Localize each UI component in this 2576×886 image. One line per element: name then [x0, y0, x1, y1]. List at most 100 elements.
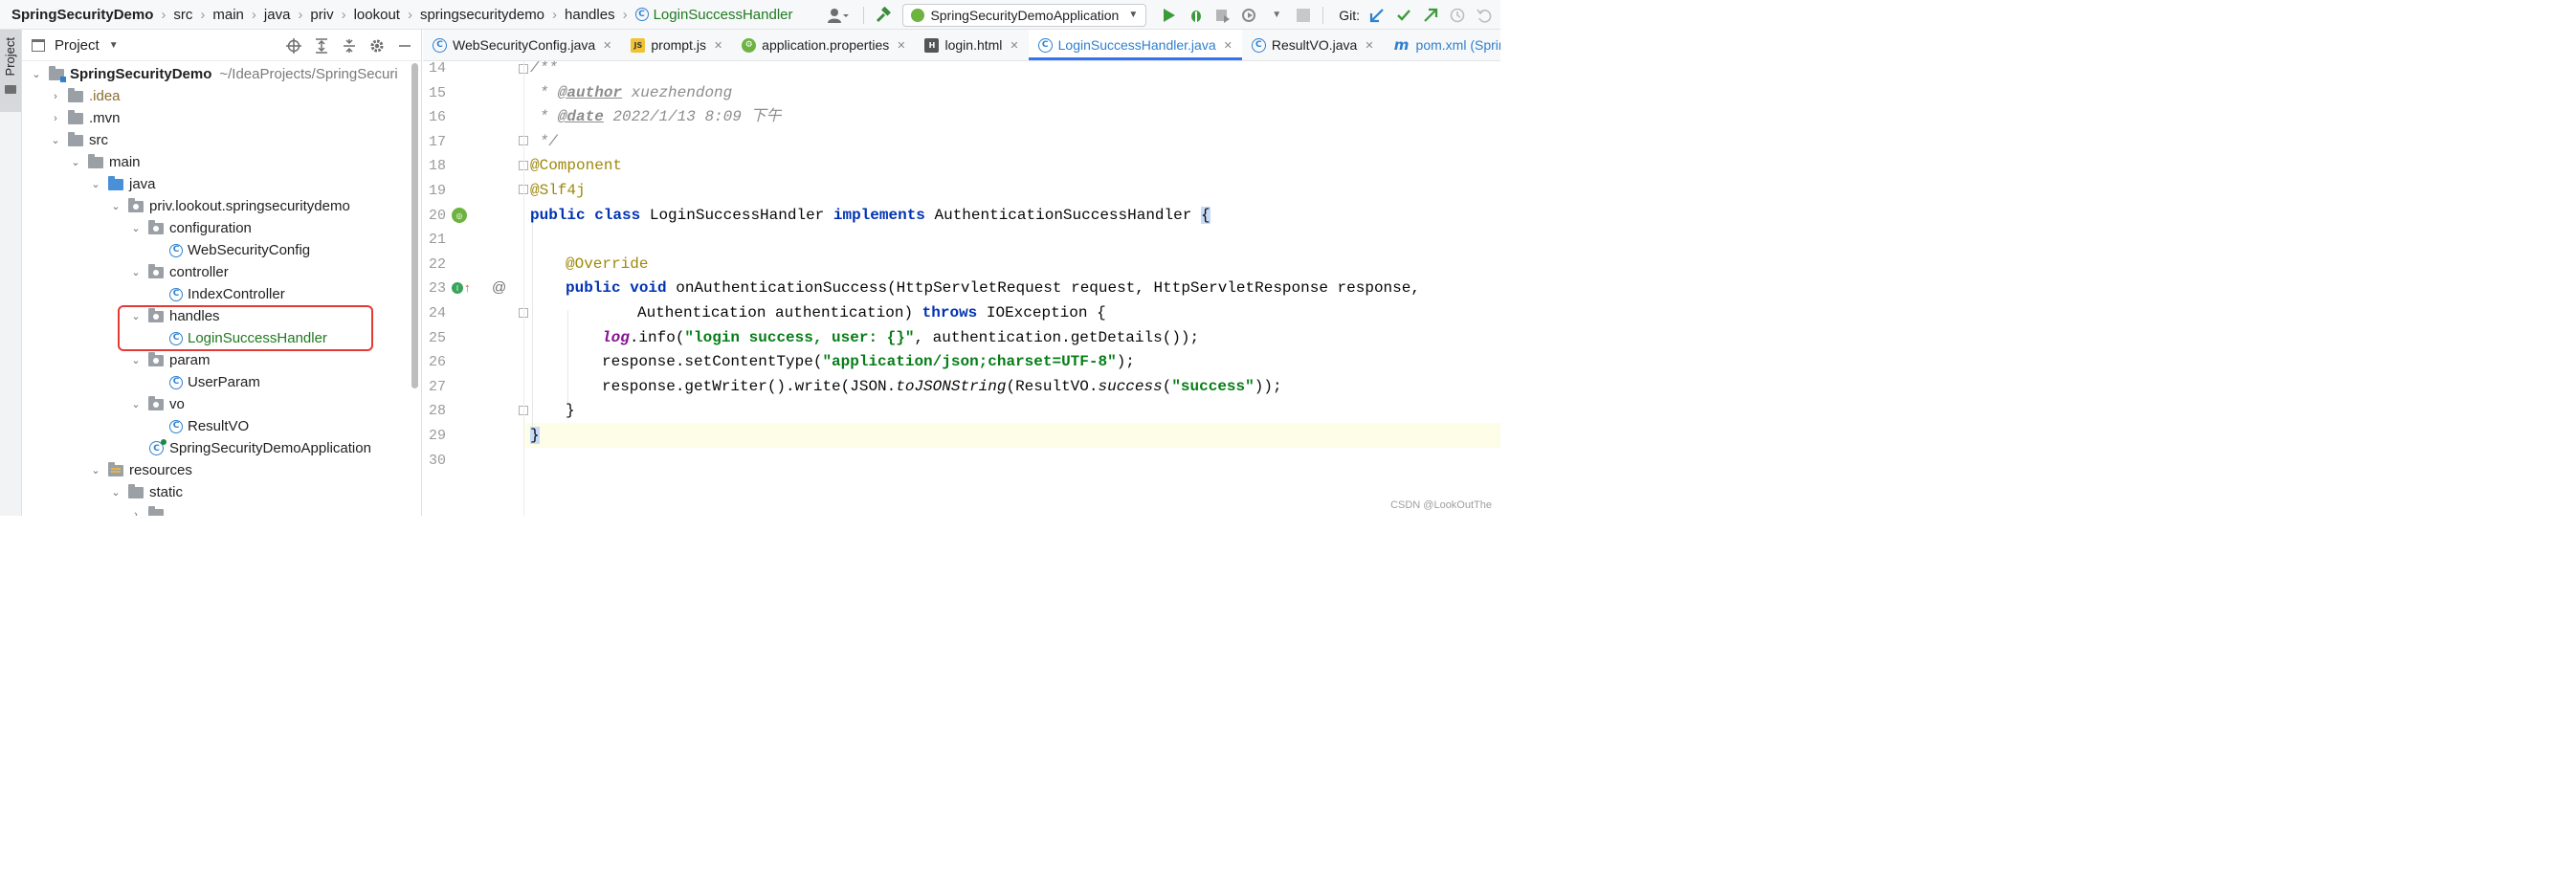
close-icon[interactable]: ✕: [603, 39, 611, 52]
expand-all-icon[interactable]: [311, 35, 332, 56]
chevron-down-icon[interactable]: ⌄: [129, 398, 143, 410]
implements-method-icon[interactable]: I: [452, 282, 463, 294]
tab-login-html[interactable]: H login.html ✕: [915, 30, 1028, 60]
close-icon[interactable]: ✕: [1365, 39, 1373, 52]
tree-item-param[interactable]: ⌄ param: [129, 349, 211, 371]
javadoc-tag: @author: [557, 83, 623, 101]
tree-item-project-root[interactable]: ⌄ SpringSecurityDemo ~/IdeaProjects/Spri…: [30, 63, 398, 85]
git-push-arrow-icon[interactable]: [1420, 5, 1441, 26]
code-line-28: }: [566, 399, 575, 424]
build-hammer-icon[interactable]: [873, 5, 894, 26]
folder-icon: [68, 131, 83, 146]
tree-item-static[interactable]: ⌄ static: [109, 481, 183, 503]
tab-loginsuccesshandler[interactable]: C LoginSuccessHandler.java ✕: [1028, 30, 1243, 60]
chevron-right-icon[interactable]: ›: [49, 91, 62, 102]
tab-resultvo[interactable]: C ResultVO.java ✕: [1242, 30, 1384, 60]
annotation-text: @Override: [566, 255, 649, 273]
tree-item-label: IndexController: [188, 286, 285, 302]
chevron-down-icon[interactable]: ⌄: [129, 222, 143, 234]
close-icon[interactable]: ✕: [1010, 39, 1018, 52]
editor-tab-bar: C WebSecurityConfig.java ✕ JS prompt.js …: [423, 30, 1500, 61]
window-icon: [32, 38, 45, 52]
code-editor[interactable]: 14 15 16 17 18 19 20 21 22 23 24 25 26 2…: [423, 61, 1500, 516]
tab-prompt-js[interactable]: JS prompt.js ✕: [621, 30, 732, 60]
git-update-arrow-icon[interactable]: [1366, 5, 1388, 26]
tree-item-resources[interactable]: ⌄ resources: [89, 459, 192, 481]
run-configuration-select[interactable]: SpringSecurityDemoApplication ▼: [902, 3, 1147, 27]
html-file-icon: H: [924, 37, 940, 53]
git-commit-checkmark-icon[interactable]: [1393, 5, 1414, 26]
chevron-right-icon[interactable]: ›: [49, 113, 62, 124]
project-tool-window-tab[interactable]: Project: [0, 30, 21, 112]
chevron-down-icon[interactable]: ⌄: [89, 178, 102, 190]
chevron-down-icon[interactable]: ⌄: [129, 266, 143, 278]
minimize-icon[interactable]: [394, 35, 415, 56]
close-icon[interactable]: ✕: [897, 39, 905, 52]
user-icon[interactable]: [822, 5, 855, 26]
breadcrumb-current-class[interactable]: C LoginSuccessHandler: [634, 7, 793, 23]
tree-item-resultvo[interactable]: C ResultVO: [169, 415, 249, 437]
breadcrumb-java[interactable]: java: [264, 7, 291, 23]
chevron-down-icon[interactable]: ▼: [109, 40, 119, 51]
chevron-down-icon[interactable]: ⌄: [69, 156, 82, 168]
chevron-down-icon[interactable]: ⌄: [49, 134, 62, 146]
breadcrumb-main[interactable]: main: [212, 7, 244, 23]
package-icon: [148, 395, 164, 410]
annotation-at-icon[interactable]: @: [492, 279, 506, 296]
locate-crosshair-icon[interactable]: [283, 35, 304, 56]
close-icon[interactable]: ✕: [1224, 39, 1232, 52]
chevron-down-icon: ▼: [1128, 10, 1139, 20]
tree-item-idea[interactable]: › .idea: [49, 85, 121, 107]
project-view-select[interactable]: Project: [55, 37, 100, 54]
code-line-22: @Override: [566, 253, 648, 277]
tree-item-main[interactable]: ⌄ main: [69, 151, 141, 173]
chevron-right-icon[interactable]: ›: [129, 509, 143, 517]
tree-item-vo[interactable]: ⌄ vo: [129, 393, 185, 415]
tree-item-configuration[interactable]: ⌄ configuration: [129, 217, 252, 239]
tab-application-properties[interactable]: ⚙ application.properties ✕: [732, 30, 915, 60]
tree-item-indexcontroller[interactable]: C IndexController: [169, 283, 285, 305]
git-history-clock-icon[interactable]: [1447, 5, 1468, 26]
breadcrumb-springsecuritydemo[interactable]: springsecuritydemo: [420, 7, 544, 23]
breadcrumb-lookout[interactable]: lookout: [354, 7, 400, 23]
profile-icon[interactable]: [1239, 5, 1260, 26]
breadcrumb-src[interactable]: src: [173, 7, 192, 23]
coverage-icon[interactable]: [1212, 5, 1233, 26]
tree-item-userparam[interactable]: C UserParam: [169, 371, 260, 393]
tree-item-springsecuritydemoapplication[interactable]: C SpringSecurityDemoApplication: [149, 437, 371, 459]
arrow-up-icon[interactable]: ↑: [464, 280, 471, 295]
chevron-down-icon[interactable]: ⌄: [109, 200, 122, 212]
tree-scrollbar[interactable]: [411, 63, 418, 388]
collapse-all-icon[interactable]: [339, 35, 360, 56]
more-run-options-chevron-icon[interactable]: ▼: [1266, 5, 1287, 26]
stop-icon[interactable]: [1293, 5, 1314, 26]
gutter-divider: [523, 61, 524, 516]
line-number: 28: [428, 403, 446, 420]
chevron-down-icon[interactable]: ⌄: [30, 68, 43, 80]
breadcrumb: SpringSecurityDemo › src › main › java ›…: [0, 0, 793, 30]
project-panel: Project ▼ ⌄ SpringSecurityDemo ~/IdeaPro…: [22, 30, 422, 516]
close-icon[interactable]: ✕: [714, 39, 722, 52]
tab-websecurityconfig[interactable]: C WebSecurityConfig.java ✕: [423, 30, 621, 60]
chevron-down-icon[interactable]: ⌄: [109, 486, 122, 498]
chevron-down-icon[interactable]: ⌄: [89, 464, 102, 476]
breadcrumb-priv[interactable]: priv: [310, 7, 333, 23]
tree-item-src[interactable]: ⌄ src: [49, 129, 108, 151]
gear-icon[interactable]: [366, 35, 388, 56]
tab-pom-xml[interactable]: m pom.xml (SpringSecurityDemo): [1384, 30, 1500, 60]
tree-item-java[interactable]: ⌄ java: [89, 173, 156, 195]
git-rollback-icon[interactable]: [1474, 5, 1495, 26]
run-icon[interactable]: [1159, 5, 1180, 26]
tree-item-label: priv.lookout.springsecuritydemo: [149, 198, 350, 214]
tree-item-websecurityconfig[interactable]: C WebSecurityConfig: [169, 239, 310, 261]
tree-item-label: main: [109, 154, 141, 170]
tree-item-mvn[interactable]: › .mvn: [49, 107, 121, 129]
tree-item-package-root[interactable]: ⌄ priv.lookout.springsecuritydemo: [109, 195, 350, 217]
code-line-20: public class LoginSuccessHandler impleme…: [530, 204, 1210, 229]
debug-bug-icon[interactable]: [1186, 5, 1207, 26]
chevron-down-icon[interactable]: ⌄: [129, 354, 143, 366]
tree-item-controller[interactable]: ⌄ controller: [129, 261, 229, 283]
spring-bean-icon[interactable]: ◎: [452, 208, 467, 223]
breadcrumb-handles[interactable]: handles: [565, 7, 615, 23]
breadcrumb-project[interactable]: SpringSecurityDemo: [11, 7, 153, 23]
